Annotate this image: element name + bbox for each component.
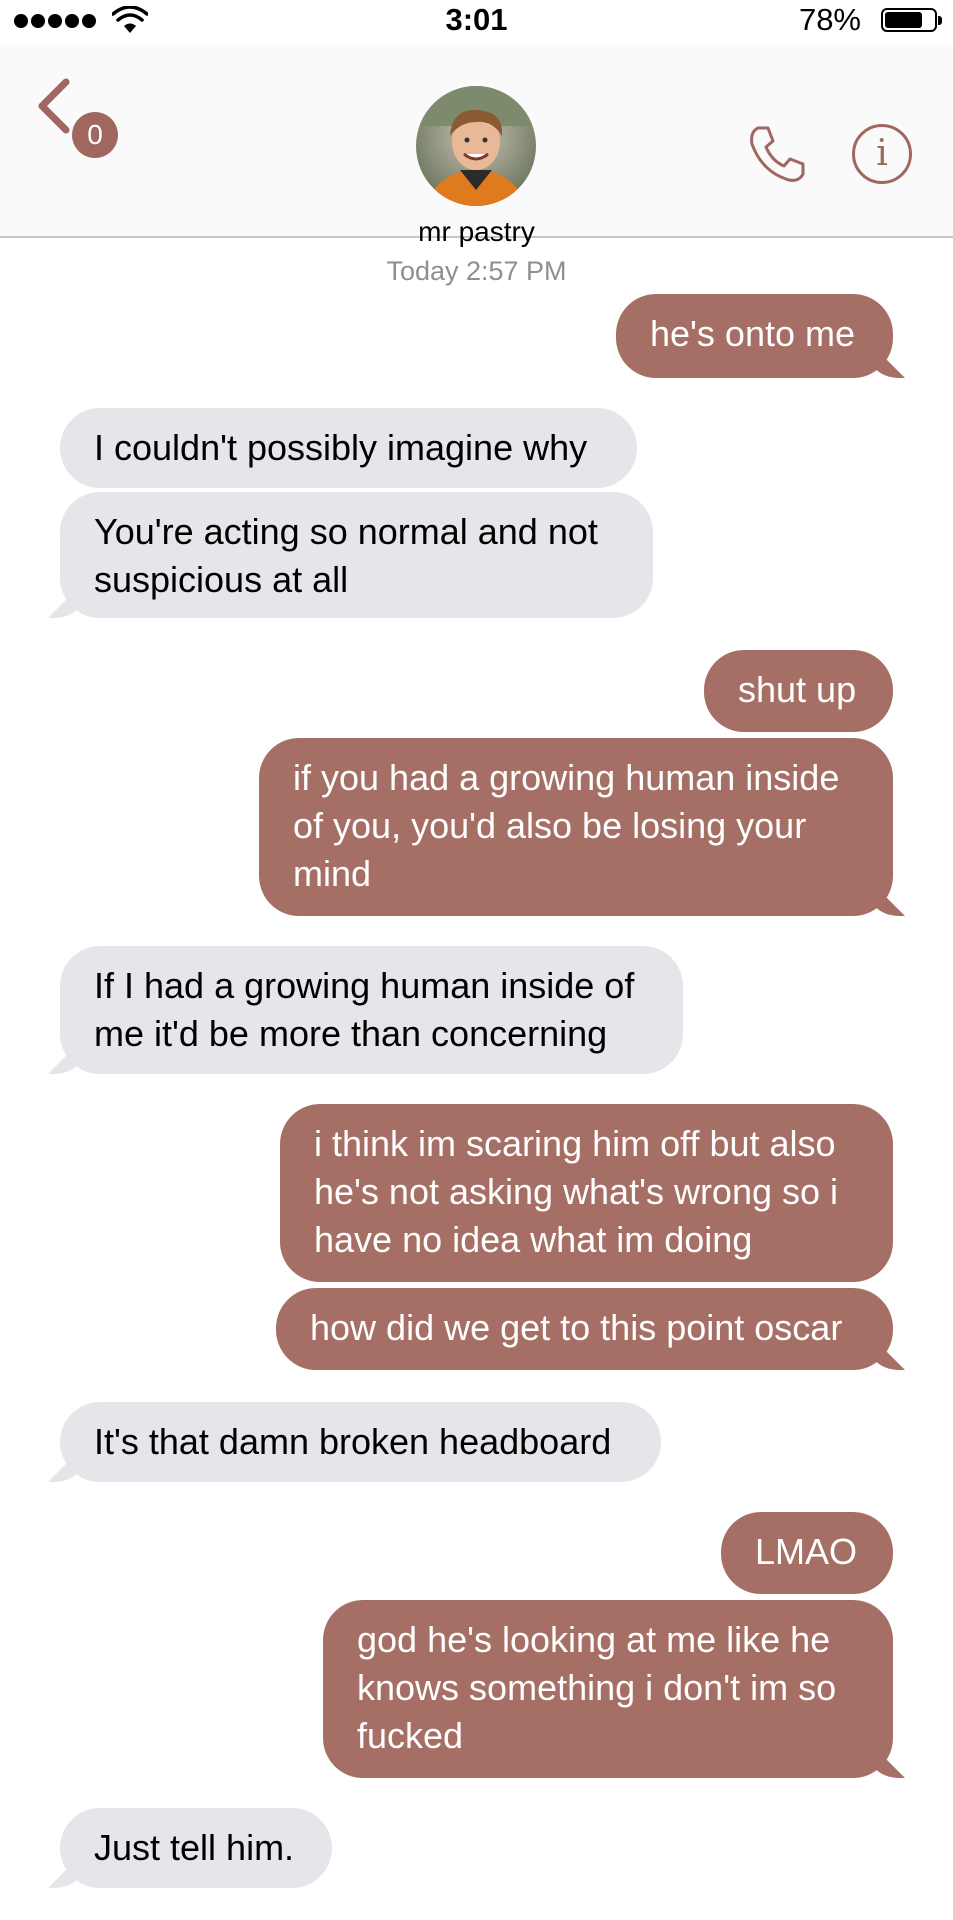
battery-percent: 78% [798, 2, 861, 37]
contact-avatar[interactable] [416, 86, 536, 206]
incoming-message[interactable]: Just tell him. [60, 1808, 332, 1888]
status-bar: 3:01 78% [0, 0, 953, 44]
call-button[interactable] [744, 122, 808, 186]
contact-name[interactable]: mr pastry [0, 216, 953, 248]
back-chevron-icon [38, 78, 70, 134]
outgoing-message[interactable]: i think im scaring him off but also he's… [280, 1104, 893, 1282]
phone-icon [750, 126, 805, 182]
incoming-message[interactable]: If I had a growing human inside of me it… [60, 946, 683, 1074]
incoming-message[interactable]: I couldn't possibly imagine why [60, 408, 637, 488]
info-icon: i [876, 133, 888, 174]
outgoing-message[interactable]: god he's looking at me like he knows som… [323, 1600, 893, 1778]
info-button[interactable]: i [852, 124, 912, 184]
outgoing-message[interactable]: LMAO [721, 1512, 893, 1594]
outgoing-message[interactable]: if you had a growing human inside of you… [259, 738, 893, 916]
battery-fill [885, 12, 922, 28]
incoming-message[interactable]: It's that damn broken headboard [60, 1402, 661, 1482]
incoming-message[interactable]: You're acting so normal and not suspicio… [60, 492, 653, 618]
outgoing-message[interactable]: how did we get to this point oscar [276, 1288, 893, 1370]
back-button[interactable]: 0 [36, 74, 126, 158]
conversation-timestamp: Today 2:57 PM [386, 256, 567, 286]
battery-icon [881, 8, 942, 32]
outgoing-message[interactable]: shut up [704, 650, 893, 732]
conversation-header: 0 mr pastry i [0, 44, 953, 247]
outgoing-message[interactable]: he's onto me [616, 294, 893, 378]
unread-badge: 0 [72, 112, 118, 158]
